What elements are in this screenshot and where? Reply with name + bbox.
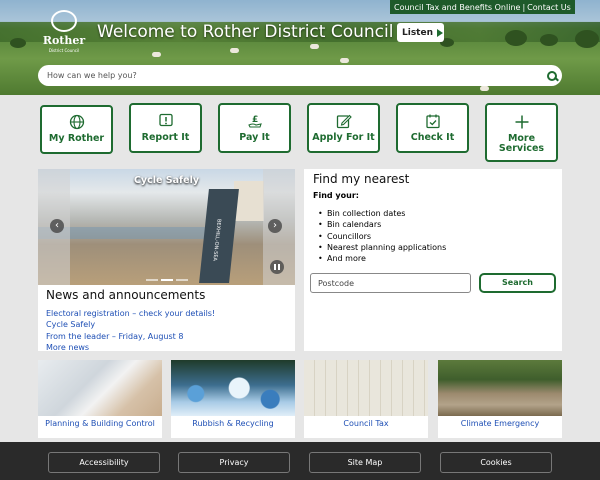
banner-sheep (230, 48, 239, 53)
logo-subtitle: District Council (48, 48, 80, 53)
council-tax-tile-label: Council Tax (343, 419, 389, 428)
header-banner: Rother District Council Welcome to Rothe… (0, 0, 600, 95)
postcode-input[interactable] (310, 273, 471, 293)
globe-icon (69, 114, 85, 130)
news-carousel: BEXHILL-ON-SEA Cycle Safely ‹ › (38, 169, 295, 285)
rubbish-tile[interactable]: Rubbish & Recycling (171, 360, 295, 438)
logo-name: Rother (42, 34, 86, 47)
crest-icon (51, 10, 77, 32)
carousel-dot-active[interactable] (160, 279, 173, 281)
pay-it-button[interactable]: £ Pay It (218, 103, 291, 153)
postcode-search-button[interactable]: Search (479, 273, 556, 293)
council-tax-link[interactable]: Council Tax and Benefits Online (394, 3, 520, 12)
accessibility-button[interactable]: Accessibility (48, 452, 160, 473)
pay-it-label: Pay It (239, 132, 270, 143)
more-services-label: More Services (498, 133, 545, 154)
find-nearest-list: Bin collection dates Bin calendars Counc… (313, 208, 553, 265)
plus-icon (514, 114, 530, 130)
banner-sheep (340, 58, 349, 63)
my-rother-label: My Rother (48, 133, 105, 144)
banner-tree (575, 30, 599, 48)
contact-us-link[interactable]: Contact Us (527, 3, 571, 12)
more-news-link[interactable]: More news (46, 342, 287, 353)
alert-icon (158, 113, 174, 129)
carousel-dot[interactable] (175, 279, 188, 281)
search-icon[interactable] (542, 66, 562, 86)
climate-tile-label: Climate Emergency (460, 419, 540, 428)
check-it-label: Check It (410, 132, 455, 143)
edit-icon (336, 113, 352, 129)
play-icon (437, 28, 443, 37)
search-input[interactable] (38, 71, 542, 80)
news-link-leader[interactable]: From the leader – Friday, August 8 (46, 331, 287, 342)
banner-sheep (480, 86, 489, 91)
carousel-building (234, 181, 264, 221)
link-separator: | (522, 2, 526, 12)
carousel-pause-button[interactable] (270, 260, 284, 274)
carousel-prev-button[interactable]: ‹ (50, 219, 64, 233)
news-link-electoral[interactable]: Electoral registration – check your deta… (46, 308, 287, 319)
climate-tile[interactable]: Climate Emergency (438, 360, 562, 438)
council-tax-tile[interactable]: Council Tax (304, 360, 428, 438)
report-it-button[interactable]: Report It (129, 103, 202, 153)
check-it-button[interactable]: Check It (396, 103, 469, 153)
carousel-slide-title[interactable]: Cycle Safely (38, 175, 295, 186)
rubbish-tile-label: Rubbish & Recycling (192, 419, 274, 428)
banner-sheep (310, 44, 319, 49)
sign-text: BEXHILL-ON-SEA (211, 219, 222, 261)
banner-tree (505, 30, 527, 46)
welcome-heading: Welcome to Rother District Council (97, 22, 394, 42)
calendar-check-icon (425, 113, 441, 129)
apply-for-it-button[interactable]: Apply For It (307, 103, 380, 153)
listen-label: Listen (402, 27, 433, 38)
planning-tile-label: Planning & Building Control (45, 419, 155, 428)
planning-image (38, 360, 162, 416)
my-rother-button[interactable]: My Rother (40, 105, 113, 154)
top-links-bar: Council Tax and Benefits Online | Contac… (390, 0, 575, 14)
list-item: And more (318, 253, 553, 265)
privacy-button[interactable]: Privacy (178, 452, 290, 473)
news-link-cycle-safely[interactable]: Cycle Safely (46, 319, 287, 330)
climate-image (438, 360, 562, 416)
pound-hand-icon: £ (247, 113, 263, 129)
list-item: Bin collection dates (318, 208, 553, 220)
banner-sheep (152, 52, 161, 57)
find-nearest-heading: Find my nearest (313, 172, 410, 186)
carousel-sign: BEXHILL-ON-SEA (199, 189, 239, 283)
listen-button[interactable]: Listen (397, 23, 444, 42)
apply-for-it-label: Apply For It (312, 132, 375, 143)
site-map-button[interactable]: Site Map (309, 452, 421, 473)
report-it-label: Report It (141, 132, 190, 143)
footer-bar: Accessibility Privacy Site Map Cookies (0, 442, 600, 480)
carousel-dots (38, 279, 295, 281)
council-tax-image (304, 360, 428, 416)
site-search (38, 65, 562, 86)
council-logo[interactable]: Rother District Council (40, 10, 88, 54)
list-item: Bin calendars (318, 219, 553, 231)
rubbish-image (171, 360, 295, 416)
news-heading: News and announcements (46, 288, 206, 302)
banner-tree (540, 34, 558, 46)
find-my-nearest-panel: Find my nearest Find your: Bin collectio… (304, 169, 562, 351)
list-item: Councillors (318, 231, 553, 243)
list-item: Nearest planning applications (318, 242, 553, 254)
cookies-button[interactable]: Cookies (440, 452, 552, 473)
find-your-label: Find your: (313, 191, 359, 200)
news-panel: News and announcements Electoral registr… (38, 285, 295, 353)
carousel-next-button[interactable]: › (268, 219, 282, 233)
carousel-dot[interactable] (145, 279, 158, 281)
planning-tile[interactable]: Planning & Building Control (38, 360, 162, 438)
banner-tree (10, 38, 26, 48)
more-services-button[interactable]: More Services (485, 103, 558, 162)
